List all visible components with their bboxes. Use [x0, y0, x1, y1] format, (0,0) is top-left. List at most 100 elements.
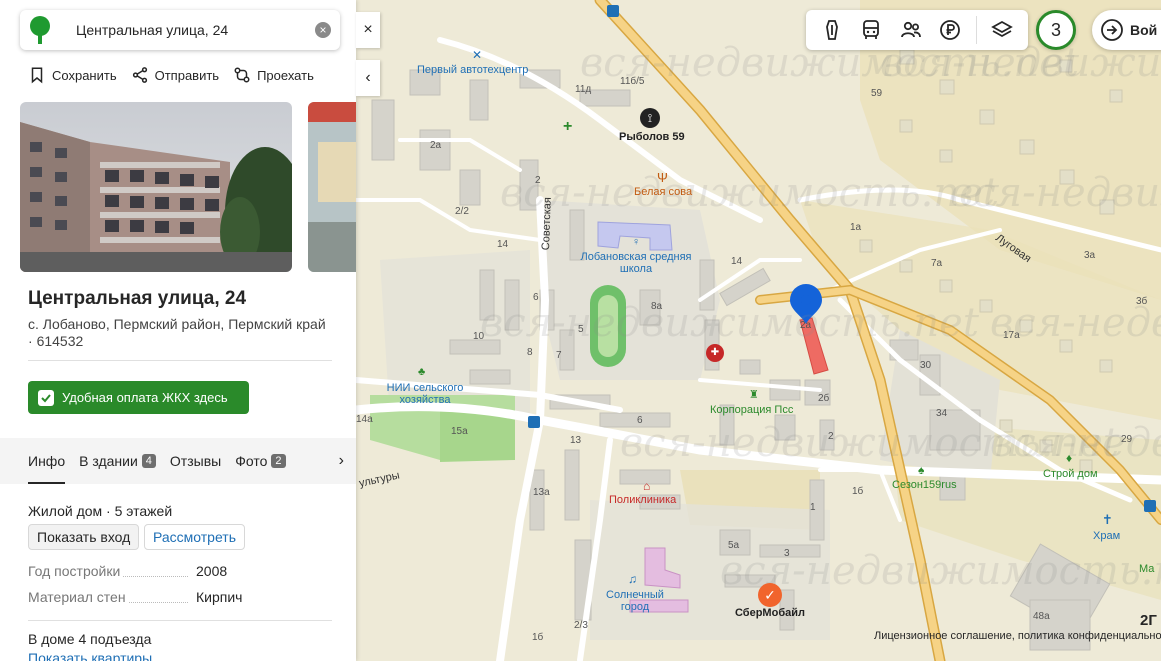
school-icon[interactable]: ♀ — [632, 236, 640, 248]
tab-info[interactable]: Инфо — [28, 438, 66, 484]
tab-label: Фото — [235, 453, 268, 469]
tab-count: 2 — [271, 454, 286, 468]
church-icon[interactable]: ✝ — [1102, 512, 1113, 528]
house-number: 10 — [473, 331, 485, 342]
address-text: с. Лобаново, Пермский район, Пермский кр… — [28, 316, 326, 332]
house-number: 3б — [1136, 296, 1148, 307]
show-entrance-button[interactable]: Показать вход — [28, 524, 140, 550]
building-photo[interactable] — [308, 102, 356, 272]
share-button[interactable]: Отправить — [131, 66, 219, 84]
poi-season[interactable]: Сезон159rus — [892, 479, 957, 491]
street-sovetskaya: Советская — [540, 196, 554, 251]
tab-photos[interactable]: Фото 2 — [235, 438, 286, 484]
divider — [28, 360, 332, 361]
license-link[interactable]: Лицензионное соглашение, политика конфид… — [874, 630, 1161, 642]
pharmacy-icon[interactable]: + — [563, 118, 572, 136]
shop-icon[interactable]: ✚ — [706, 344, 724, 362]
view-3d-button[interactable]: Рассмотреть — [144, 524, 245, 550]
wrench-icon[interactable]: ✕ — [472, 48, 482, 62]
save-button[interactable]: Сохранить — [28, 66, 117, 84]
house-number: 34 — [936, 408, 948, 419]
tab-in-building[interactable]: В здании 4 — [79, 438, 156, 484]
route-icon — [234, 67, 250, 83]
share-icon — [132, 67, 147, 83]
login-button[interactable]: Вой — [1092, 10, 1161, 50]
house-number: 3а — [1084, 250, 1096, 261]
entrances-count: В доме 4 подъезда — [28, 631, 152, 647]
bus-stop-icon[interactable] — [528, 416, 540, 428]
house-number: 14а — [356, 414, 373, 425]
clinic-icon[interactable]: ⌂ — [643, 479, 650, 493]
close-icon: × — [363, 21, 373, 38]
share-label: Отправить — [154, 67, 220, 83]
poi-mag[interactable]: Ма — [1139, 563, 1154, 575]
place-actions: Сохранить Отправить Проехать — [28, 66, 314, 84]
building-photo[interactable] — [20, 102, 292, 272]
house-number: 6 — [533, 292, 539, 303]
house-number: 48а — [1033, 611, 1050, 622]
poi-sunny[interactable]: Солнечный город — [598, 589, 672, 613]
house-number: 14 — [497, 239, 509, 250]
poi-corp[interactable]: Корпорация Псс — [710, 404, 793, 416]
fish-icon[interactable]: ⟟ — [640, 108, 660, 128]
poi-build[interactable]: Строй дом — [1043, 468, 1098, 480]
notifications-badge[interactable]: 3 — [1036, 10, 1076, 50]
house-number: 2а — [800, 320, 812, 331]
material-label: Материал стен — [28, 589, 128, 605]
poi-owl[interactable]: Белая сова — [634, 186, 692, 198]
poi-sber[interactable]: СберМобайл — [735, 607, 805, 619]
search-bar[interactable]: Центральная улица, 24 × — [20, 10, 340, 50]
summary-separator: · — [106, 503, 115, 519]
house-number: 29 — [1121, 434, 1133, 445]
chevron-left-icon: ‹ — [365, 69, 371, 86]
house-number: 11б/5 — [620, 76, 645, 87]
divider — [28, 620, 332, 621]
bus-stop-icon[interactable] — [1144, 500, 1156, 512]
collapse-panel-button[interactable]: ‹ — [356, 60, 380, 96]
house-number: 7а — [931, 258, 943, 269]
build-store-icon[interactable]: ♦ — [1066, 451, 1072, 465]
transport-icon[interactable] — [857, 16, 885, 44]
store-icon[interactable]: ♜ — [749, 388, 759, 401]
attractions-icon[interactable] — [818, 16, 846, 44]
fork-knife-icon[interactable]: Ψ — [657, 170, 668, 185]
place-panel: Центральная улица, 24 × Сохранить Отправ… — [0, 0, 356, 661]
layers-icon[interactable] — [988, 16, 1016, 44]
poi-school[interactable]: Лобановская средняя школа — [575, 251, 697, 275]
poi-fisher[interactable]: Рыболов 59 — [619, 131, 685, 143]
sber-mobile-icon[interactable]: ✓ — [758, 583, 782, 607]
poi-clinic[interactable]: Поликлиника — [609, 494, 676, 506]
route-button[interactable]: Проехать — [233, 66, 314, 84]
season-icon[interactable]: ♠ — [918, 463, 924, 477]
tab-count: 4 — [141, 454, 156, 468]
close-panel-button[interactable]: × — [356, 12, 380, 48]
friends-icon[interactable] — [897, 16, 925, 44]
clear-icon[interactable]: × — [315, 22, 331, 38]
house-number: 17а — [1003, 330, 1020, 341]
login-label: Вой — [1130, 22, 1158, 38]
chevron-right-icon[interactable]: › — [339, 452, 344, 470]
tab-reviews[interactable]: Отзывы — [170, 438, 221, 484]
poi-autocenter[interactable]: Первый автотехцентр — [417, 64, 528, 76]
realty-price-icon[interactable] — [936, 16, 964, 44]
bookmark-icon — [31, 67, 43, 84]
year-value: 2008 — [196, 563, 228, 579]
building-type: Жилой дом — [28, 503, 103, 519]
house-number: 1 — [810, 502, 816, 513]
map-toolbar — [806, 10, 1028, 50]
tab-label: Инфо — [28, 453, 66, 469]
utility-payment-button[interactable]: Удобная оплата ЖКХ здесь — [28, 381, 249, 414]
house-number: 2/2 — [455, 206, 469, 217]
search-input[interactable]: Центральная улица, 24 — [76, 22, 315, 38]
kindergarten-icon[interactable]: ♫ — [628, 572, 637, 586]
house-number: 13 — [570, 435, 582, 446]
bus-stop-icon[interactable] — [607, 5, 619, 17]
tree-logo-icon[interactable] — [28, 16, 52, 44]
poi-church[interactable]: Храм — [1093, 530, 1120, 542]
house-number: 2/3 — [574, 620, 588, 631]
house-number: 11д — [575, 84, 592, 95]
poi-nii[interactable]: НИИ сельского хозяйства — [380, 382, 470, 406]
place-title: Центральная улица, 24 — [28, 288, 247, 309]
institute-icon[interactable]: ♣ — [418, 366, 425, 378]
show-flats-link[interactable]: Показать квартиры — [28, 650, 152, 661]
